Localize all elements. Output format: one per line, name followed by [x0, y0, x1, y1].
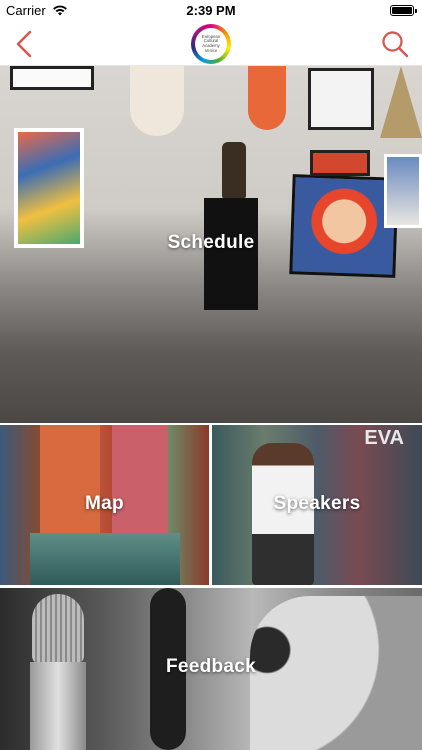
map-tile[interactable]: Map	[0, 425, 209, 585]
schedule-tile[interactable]: Schedule	[0, 66, 422, 423]
schedule-label: Schedule	[167, 232, 255, 253]
graffiti-text: EVA	[364, 427, 404, 449]
academy-logo-text: European Cultural Academy Venice	[195, 28, 227, 60]
venice-building-facade	[40, 425, 100, 543]
feedback-tile[interactable]: Feedback	[0, 588, 422, 750]
feedback-label: Feedback	[165, 656, 257, 677]
search-icon[interactable]	[380, 29, 410, 59]
microphone-head	[32, 594, 84, 664]
gallery-painting-left	[14, 128, 84, 248]
gallery-frame-top-right	[308, 68, 374, 130]
gallery-right-painting	[384, 154, 422, 228]
gallery-frame-top-left	[10, 66, 94, 90]
gallery-statue	[222, 142, 246, 198]
academy-logo: European Cultural Academy Venice	[191, 24, 231, 64]
speakers-label: Speakers	[273, 493, 361, 514]
gallery-cartoon-painting	[289, 174, 399, 278]
venice-building-pink	[112, 425, 168, 533]
navigation-bar: European Cultural Academy Venice	[0, 22, 422, 66]
status-bar: Carrier 2:39 PM	[0, 0, 422, 22]
speakers-tile[interactable]: EVA Speakers	[212, 425, 422, 585]
back-chevron-icon[interactable]	[10, 28, 40, 60]
clock: 2:39 PM	[186, 3, 236, 18]
gallery-pedestal	[204, 198, 258, 310]
map-label: Map	[85, 493, 124, 514]
gallery-small-frame	[310, 150, 370, 176]
gallery-gold-triangle	[380, 66, 422, 138]
battery-icon	[390, 5, 417, 16]
gallery-butterfly-print	[130, 66, 184, 136]
gallery-orange-print	[248, 66, 286, 130]
venice-canal-water	[30, 533, 180, 585]
